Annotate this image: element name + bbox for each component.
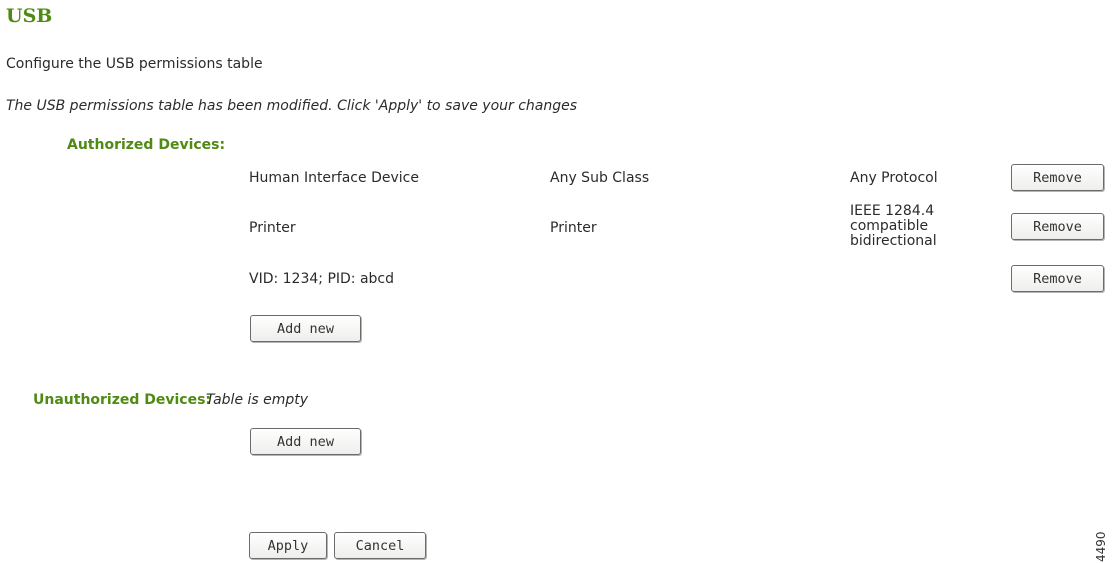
cancel-button[interactable]: Cancel [334,532,426,559]
figure-id: 4490 [1094,531,1108,562]
device-class-cell: VID: 1234; PID: abcd [249,271,395,287]
page-description: Configure the USB permissions table [6,56,263,72]
device-class-cell: Human Interface Device [249,170,419,186]
sub-class-cell: Printer [550,220,597,236]
page-title: USB [6,5,53,27]
remove-button[interactable]: Remove [1011,265,1104,292]
apply-button[interactable]: Apply [249,532,327,559]
remove-button[interactable]: Remove [1011,164,1104,191]
remove-button[interactable]: Remove [1011,213,1104,240]
modified-notice: The USB permissions table has been modif… [6,98,578,114]
device-class-cell: Printer [249,220,296,236]
add-unauthorized-device-button[interactable]: Add new [250,428,361,455]
protocol-cell: IEEE 1284.4 compatible bidirectional [850,203,937,249]
protocol-cell: Any Protocol [850,170,938,186]
add-authorized-device-button[interactable]: Add new [250,315,361,342]
unauthorized-devices-label: Unauthorized Devices: [33,392,212,408]
authorized-devices-label: Authorized Devices: [67,137,226,153]
unauthorized-empty-text: Table is empty [206,392,309,408]
sub-class-cell: Any Sub Class [550,170,650,186]
